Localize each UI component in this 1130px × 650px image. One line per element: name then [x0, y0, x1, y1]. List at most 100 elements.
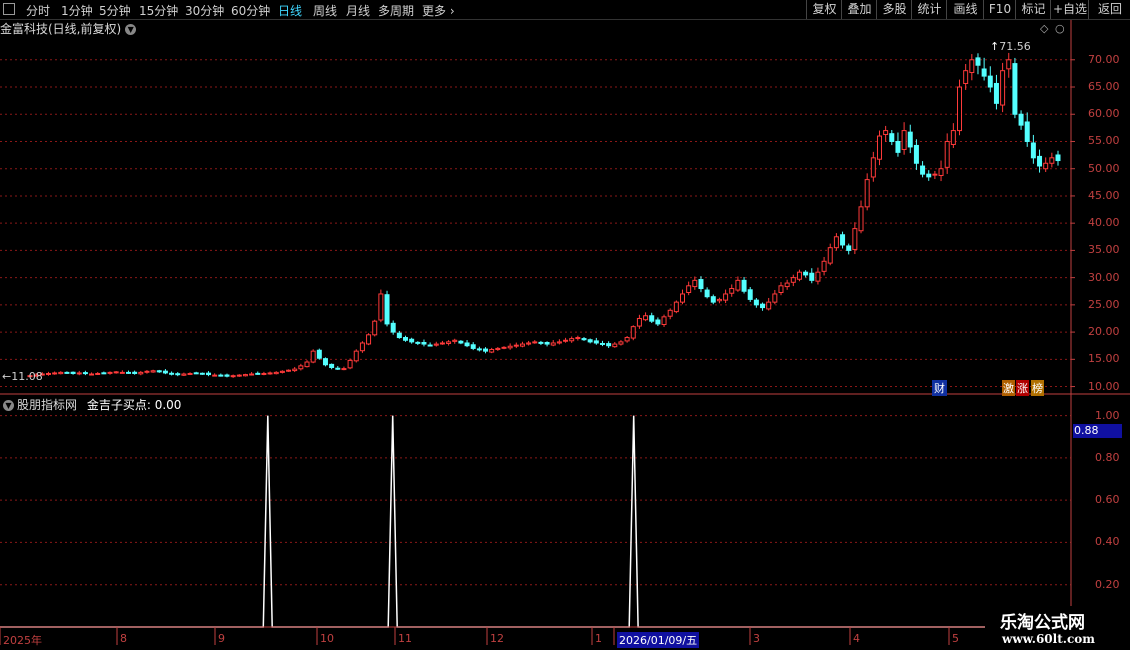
kline-chart[interactable] [0, 0, 1130, 650]
indicator-line [0, 415, 1067, 628]
candle-body [680, 293, 686, 303]
circle-icon[interactable]: ○ [1055, 22, 1065, 35]
candle-body [766, 301, 772, 310]
price-tick: 15.00 [1088, 352, 1120, 366]
candle-body [926, 173, 932, 178]
candle-body [1006, 59, 1012, 70]
candle-body [322, 358, 328, 366]
candle-body [421, 341, 427, 345]
candle-body [784, 282, 790, 288]
candle-body [981, 68, 987, 77]
candle-body [729, 288, 735, 294]
candle-body [538, 341, 544, 344]
candle-body [698, 279, 704, 290]
surge-marker[interactable]: 激 [1002, 380, 1015, 396]
watermark-text: 乐淘公式网 [1000, 613, 1085, 633]
price-tick: 25.00 [1088, 297, 1120, 311]
candle-body [532, 341, 538, 344]
candle-body [661, 316, 667, 326]
date-tick: 10 [320, 632, 334, 645]
candle-body [261, 372, 267, 375]
candle-body [507, 345, 513, 349]
candle-body [199, 372, 205, 375]
candle-body [1000, 70, 1006, 106]
candle-body [384, 294, 390, 325]
candle-body [89, 373, 95, 376]
candle-body [636, 317, 642, 327]
price-tick: 70.00 [1088, 52, 1120, 66]
candle-body [415, 341, 421, 344]
candle-body [138, 371, 144, 375]
candle-body [218, 374, 224, 377]
candle-body [359, 342, 365, 352]
indicator-title-row: ▼ 股朋指标网 金吉子买点: 0.00 [3, 396, 181, 413]
candle-body [963, 70, 969, 84]
candle-body [938, 168, 944, 176]
candle-body [476, 348, 482, 351]
indicator-value-label: 金吉子买点: 0.00 [86, 398, 182, 412]
date-tick: 11 [398, 632, 412, 645]
candle-body [772, 293, 778, 303]
price-tick: 40.00 [1088, 216, 1120, 230]
price-tick: 20.00 [1088, 325, 1120, 339]
candle-body [458, 340, 464, 344]
main-grid [0, 59, 1075, 388]
candle-body [790, 277, 796, 283]
candle-body [132, 371, 138, 374]
candle-body [796, 271, 802, 280]
candle-body [969, 59, 975, 74]
candle-body [236, 374, 242, 377]
candle-body [907, 131, 913, 148]
candle-body [230, 375, 236, 378]
candle-body [70, 371, 76, 374]
candle-body [125, 371, 131, 374]
candle-body [181, 373, 187, 376]
candle-body [310, 350, 316, 363]
candle-body [76, 372, 82, 375]
candle-body [833, 236, 839, 249]
date-tick: 2026/01/09/五 [617, 632, 700, 648]
candle-body [519, 343, 525, 347]
candle-body [852, 228, 858, 250]
candle-body [242, 374, 248, 377]
high-price-label: ↑71.56 [990, 40, 1031, 53]
candle-body [329, 363, 335, 368]
candle-body [107, 371, 113, 374]
candle-body [249, 373, 255, 376]
financial-marker[interactable]: 财 [932, 380, 947, 396]
date-tick: 5 [952, 632, 959, 645]
candle-body [821, 260, 827, 272]
indicator-tick: 0.80 [1095, 450, 1120, 464]
price-tick: 45.00 [1088, 188, 1120, 202]
candle-body [267, 372, 273, 375]
chevron-down-icon[interactable]: ▼ [3, 400, 14, 411]
candle-body [606, 343, 612, 347]
candle-body [304, 361, 310, 368]
indicator-tick: 0.60 [1095, 493, 1120, 507]
candle-body [593, 340, 599, 344]
candle-body [513, 344, 519, 347]
limit-up-marker[interactable]: 涨 [1016, 380, 1029, 396]
date-tick: 12 [490, 632, 504, 645]
candle-body [439, 342, 445, 345]
candle-body [741, 279, 747, 292]
candle-body [464, 342, 470, 347]
rank-marker[interactable]: 榜 [1031, 380, 1044, 396]
candle-body [452, 339, 458, 342]
candle-body [895, 140, 901, 153]
candlestick-series [27, 52, 1061, 378]
candle-body [747, 289, 753, 300]
watermark-url: www.60lt.com [1002, 632, 1095, 646]
candle-body [279, 370, 285, 373]
candle-body [483, 348, 489, 352]
candle-body [150, 370, 156, 373]
candle-body [544, 341, 550, 345]
candle-body [846, 245, 852, 251]
price-tick: 65.00 [1088, 80, 1120, 93]
date-tick: 1 [595, 632, 602, 645]
candle-body [119, 371, 125, 374]
candle-body [643, 315, 649, 321]
candle-body [778, 285, 784, 293]
candle-body [1037, 155, 1043, 167]
diamond-icon[interactable]: ◇ [1040, 22, 1048, 35]
